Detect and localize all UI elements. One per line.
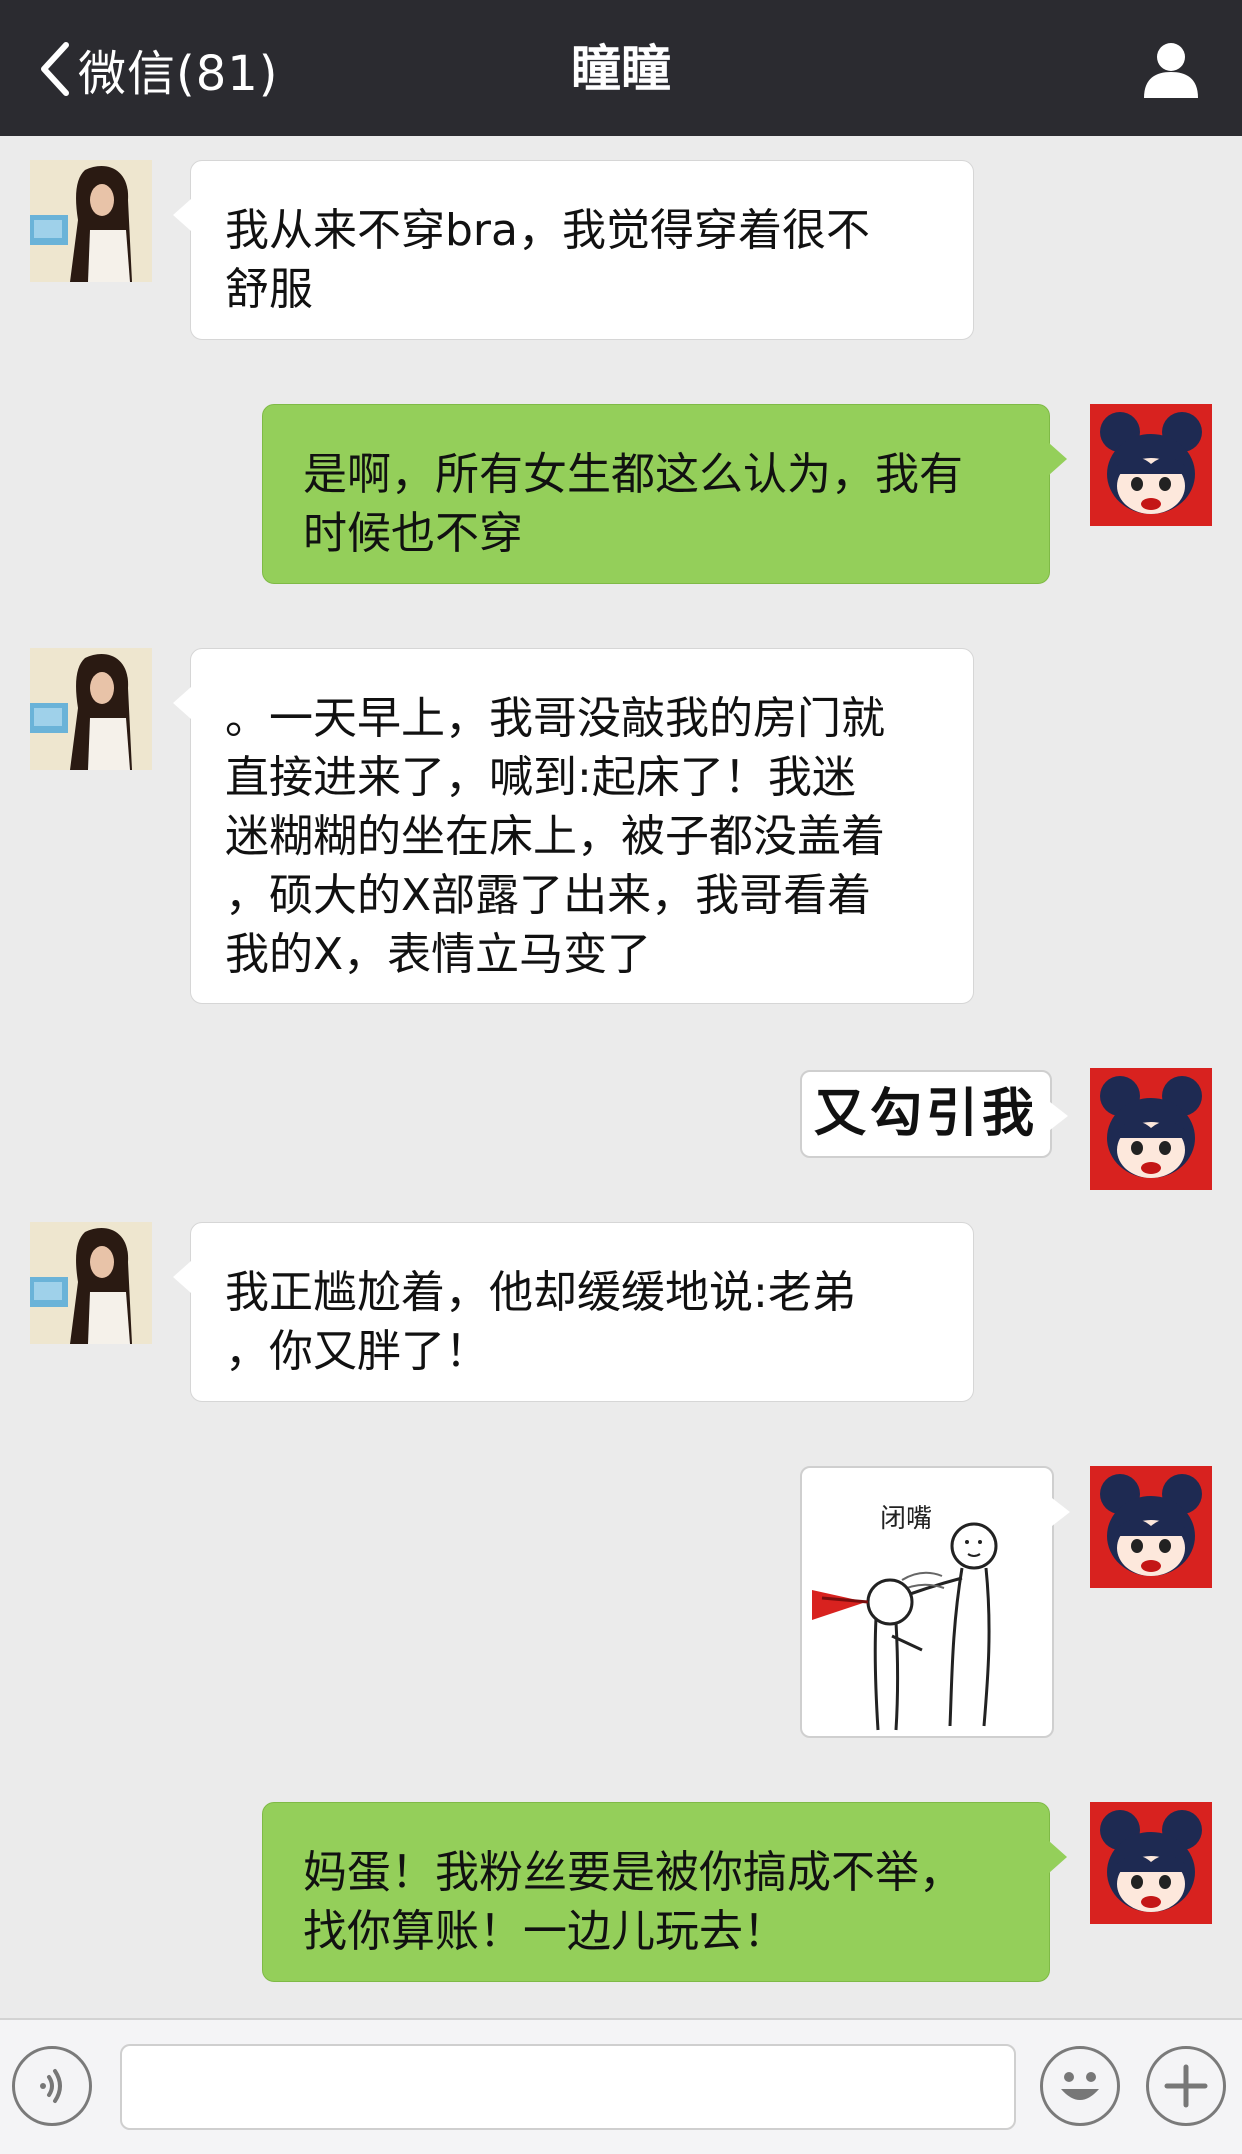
contact-avatar[interactable] [30, 648, 152, 770]
contact-avatar[interactable] [30, 1222, 152, 1344]
cartoon-girl-icon [1090, 1802, 1212, 1924]
my-avatar[interactable] [1090, 1068, 1212, 1190]
message-text: 我正尴尬着，他却缓缓地说:老弟 ，你又胖了！ [225, 1267, 856, 1377]
message-text: 妈蛋！我粉丝要是被你搞成不举， 找你算账！一边儿玩去！ [303, 1847, 963, 1957]
voice-icon [40, 2069, 62, 2103]
bubble-tail [173, 199, 191, 231]
input-toolbar [0, 2018, 1242, 2154]
my-avatar[interactable] [1090, 1802, 1212, 1924]
emoji-button[interactable] [1040, 2046, 1120, 2126]
contact-photo-icon [30, 1222, 152, 1344]
contact-photo-icon [30, 160, 152, 282]
message-text: 。一天早上，我哥没敲我的房门就 直接进来了，喊到:起床了！我迷 迷糊糊的坐在床上… [225, 693, 885, 980]
contact-photo-icon [30, 648, 152, 770]
plus-button[interactable] [1146, 2046, 1226, 2126]
sticker-message[interactable]: 又勾引我 [800, 1070, 1068, 1158]
voice-button[interactable] [12, 2046, 92, 2126]
my-avatar[interactable] [1090, 1466, 1212, 1588]
message-text: 是啊，所有女生都这么认为，我有 时候也不穿 [303, 449, 963, 559]
cartoon-girl-icon [1090, 1068, 1212, 1190]
plus-icon [1164, 2064, 1208, 2108]
bubble-tail [173, 687, 191, 719]
bubble-tail [1049, 443, 1067, 475]
bubble-tail [1050, 1102, 1068, 1130]
bubble-tail [1049, 1841, 1067, 1873]
message-bubble[interactable]: 我正尴尬着，他却缓缓地说:老弟 ，你又胖了！ [173, 1222, 974, 1402]
cartoon-girl-icon [1090, 404, 1212, 526]
chat-title: 瞳瞳 [571, 40, 671, 98]
emoji-icon [1061, 2072, 1099, 2100]
image-sticker[interactable]: 闭嘴 [800, 1466, 1070, 1738]
message-bubble[interactable]: 妈蛋！我粉丝要是被你搞成不举， 找你算账！一边儿玩去！ [262, 1802, 1067, 1982]
nav-bar: 微信(81) 瞳瞳 [0, 0, 1242, 136]
bubble-tail [1052, 1498, 1070, 1526]
message-bubble[interactable]: 是啊，所有女生都这么认为，我有 时候也不穿 [262, 404, 1067, 584]
bubble-tail [173, 1261, 191, 1293]
stick-figure-illustration [812, 1522, 998, 1731]
my-avatar[interactable] [1090, 404, 1212, 526]
message-input[interactable] [120, 2044, 1016, 2130]
sticker-text: 又勾引我 [813, 1084, 1038, 1144]
message-bubble[interactable]: 我从来不穿bra，我觉得穿着很不 舒服 [173, 160, 974, 340]
contact-avatar[interactable] [30, 160, 152, 282]
cartoon-girl-icon [1090, 1466, 1212, 1588]
message-bubble[interactable]: 。一天早上，我哥没敲我的房门就 直接进来了，喊到:起床了！我迷 迷糊糊的坐在床上… [173, 648, 974, 1004]
message-text: 我从来不穿bra，我觉得穿着很不 舒服 [225, 205, 870, 315]
person-icon[interactable] [1140, 38, 1202, 100]
